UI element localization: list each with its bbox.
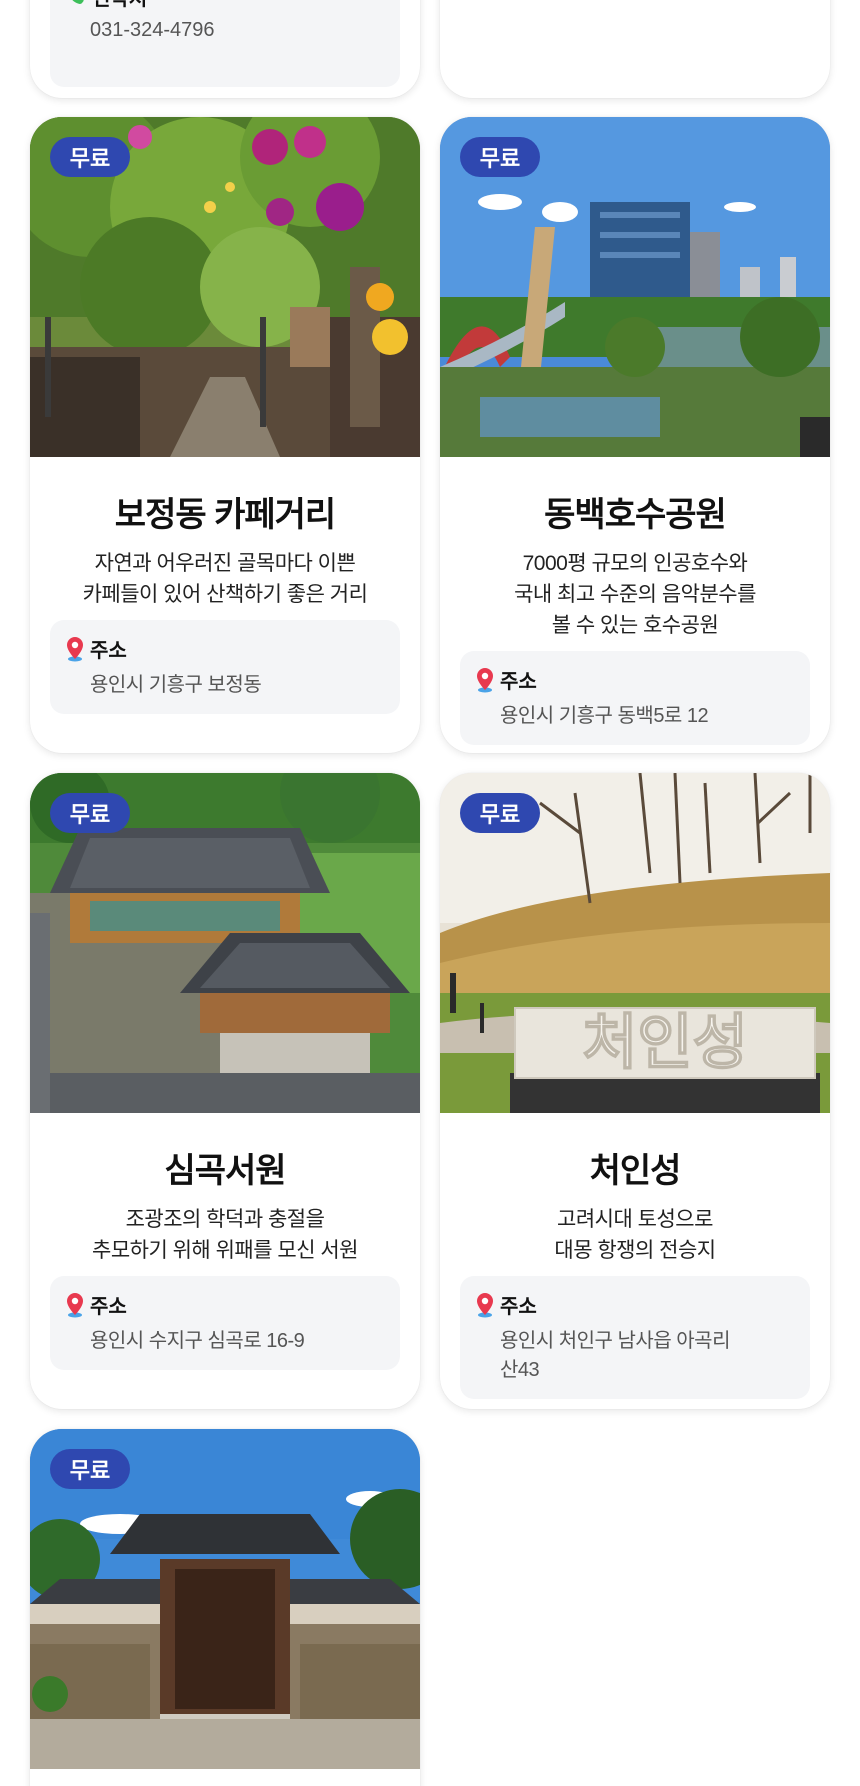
address-box: 주소 용인시 처인구 남사읍 아곡리 산43: [460, 1276, 810, 1399]
attraction-description: 7000평 규모의 인공호수와 국내 최고 수준의 음악분수를 볼 수 있는 호…: [514, 552, 756, 637]
contact-value: 031-324-4796: [90, 19, 215, 41]
attraction-description: 조광조의 학덕과 충절을 추모하기 위해 위패를 모신 서원: [92, 1208, 359, 1262]
attraction-card[interactable]: 무료 동백호수공원 7000평 규모의 인공호수와 국내 최고 수준의 음악분수…: [440, 117, 830, 753]
attraction-card-grid: 연락처 031-324-4796: [0, 0, 860, 1786]
location-pin-icon: [474, 667, 496, 693]
attraction-card[interactable]: [440, 0, 830, 98]
fortress-sign-text: 처인성: [582, 1008, 748, 1078]
address-label: 주소: [90, 640, 127, 662]
attraction-card[interactable]: 처인성 무료 처인성 고려시대 토성으로 대몽 항쟁의 전승지 주소 용인시 처…: [440, 773, 830, 1409]
attraction-card[interactable]: 무료: [30, 1429, 420, 1786]
address-box: 주소 용인시 기흥구 동백5로 12: [460, 651, 810, 745]
attraction-title: 보정동 카페거리: [114, 496, 336, 534]
address-label: 주소: [90, 1296, 127, 1318]
address-box: 주소 용인시 기흥구 보정동: [50, 620, 400, 714]
free-badge: 무료: [50, 1449, 130, 1489]
attraction-photo: 처인성 무료: [440, 773, 830, 1113]
phone-icon: [64, 0, 88, 9]
address-value: 용인시 처인구 남사읍 아곡리 산43: [500, 1330, 730, 1381]
attraction-description: 자연과 어우러진 골목마다 이쁜 카페들이 있어 산책하기 좋은 거리: [82, 552, 368, 606]
attraction-description: 고려시대 토성으로 대몽 항쟁의 전승지: [554, 1208, 716, 1262]
location-pin-icon: [474, 1292, 496, 1318]
attraction-photo: 무료: [30, 117, 420, 457]
attraction-photo: 무료: [30, 1429, 420, 1769]
contact-label: 연락처: [92, 0, 147, 11]
contact-box: 연락처 031-324-4796: [50, 0, 400, 87]
attraction-card[interactable]: 무료 보정동 카페거리 자연과 어우러진 골목마다 이쁜 카페들이 있어 산책하…: [30, 117, 420, 753]
address-label: 주소: [500, 1296, 537, 1318]
free-badge: 무료: [50, 793, 130, 833]
attraction-title: 동백호수공원: [544, 496, 727, 534]
attraction-title: 심곡서원: [164, 1152, 286, 1190]
address-value: 용인시 기흥구 보정동: [90, 674, 262, 696]
free-badge: 무료: [460, 137, 540, 177]
attraction-title: 처인성: [589, 1152, 682, 1190]
attraction-card[interactable]: 무료 심곡서원 조광조의 학덕과 충절을 추모하기 위해 위패를 모신 서원 주…: [30, 773, 420, 1409]
location-pin-icon: [64, 1292, 86, 1318]
address-label: 주소: [500, 671, 537, 693]
attraction-photo: 무료: [30, 773, 420, 1113]
address-box: 주소 용인시 수지구 심곡로 16-9: [50, 1276, 400, 1370]
free-badge: 무료: [460, 793, 540, 833]
free-badge: 무료: [50, 137, 130, 177]
address-value: 용인시 수지구 심곡로 16-9: [90, 1330, 305, 1352]
address-value: 용인시 기흥구 동백5로 12: [500, 705, 709, 727]
location-pin-icon: [64, 636, 86, 662]
attraction-photo: 무료: [440, 117, 830, 457]
attraction-card[interactable]: 연락처 031-324-4796: [30, 0, 420, 98]
